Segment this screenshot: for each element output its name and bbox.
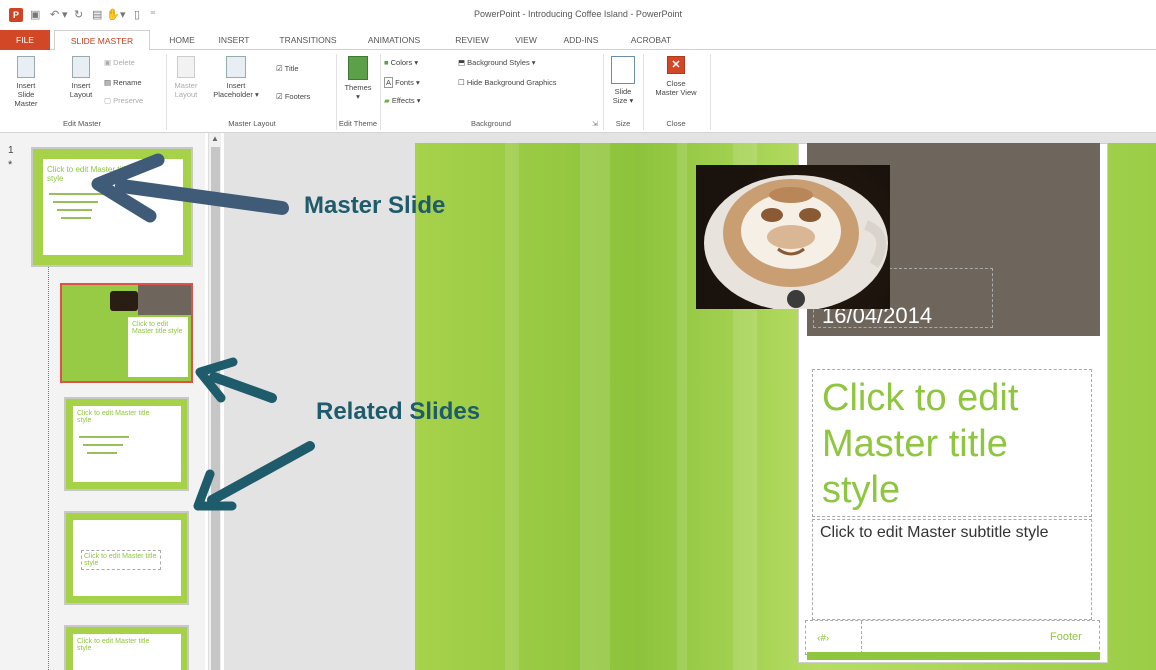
arrow-to-related-slide-2 xyxy=(193,441,315,511)
annotation-master-slide: Master Slide xyxy=(304,192,446,219)
annotation-related-slides: Related Slides xyxy=(316,398,481,425)
arrow-to-master-slide xyxy=(91,153,289,223)
arrow-to-related-slide-1 xyxy=(195,357,277,403)
annotation-arrows xyxy=(91,153,315,511)
powerpoint-window: P ▣ ↶ ▾ ↻ ▤ ✋ ▾ ▯ ⁼ PowerPoint - Introdu… xyxy=(0,0,1156,670)
